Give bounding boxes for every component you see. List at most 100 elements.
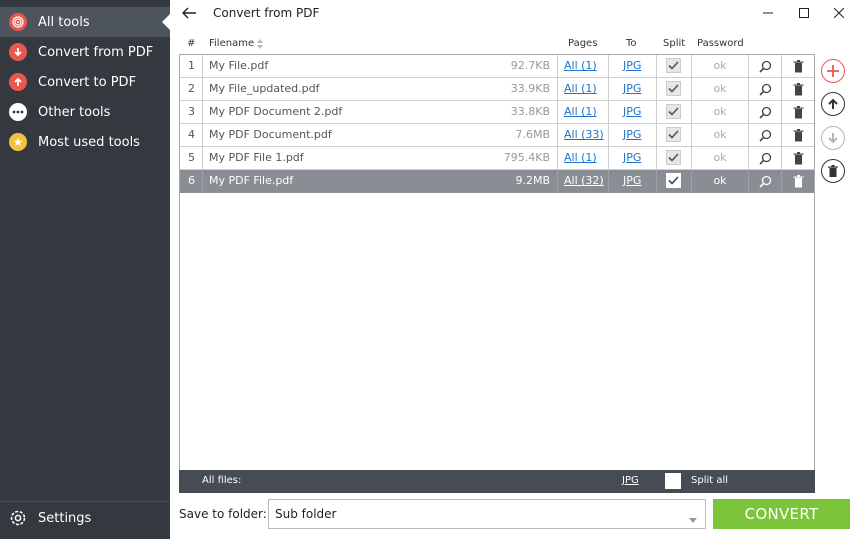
sidebar-item-label: All tools [38,14,90,30]
header-num: # [187,38,196,49]
trash-icon [793,128,803,141]
preview-button[interactable] [757,150,773,166]
sidebar-item-settings[interactable]: Settings [0,501,170,534]
maximize-button[interactable] [794,4,814,22]
table-row[interactable]: 5 My PDF File 1.pdf 795.4KB All (1) JPG ok [180,147,814,170]
move-up-button[interactable] [821,92,845,116]
row-pages-link[interactable]: All (1) [564,55,597,77]
convert-button[interactable]: CONVERT [713,499,850,529]
save-folder-select[interactable]: Sub folder [268,499,706,529]
remove-row-button[interactable] [790,58,806,74]
column-divider [656,147,657,169]
column-divider [691,124,692,146]
row-format-link[interactable]: JPG [623,124,641,146]
row-format-link[interactable]: JPG [623,101,641,123]
preview-button[interactable] [757,104,773,120]
row-pages-link[interactable]: All (1) [564,101,597,123]
add-file-button[interactable] [821,59,845,83]
chevron-down-icon[interactable] [689,512,697,526]
split-all-checkbox[interactable] [665,473,681,489]
split-all-label: Split all [691,475,729,486]
header-filename[interactable]: Filename [209,36,254,52]
move-down-button[interactable] [821,126,845,150]
row-password-status: ok [713,82,727,95]
plus-icon [827,65,839,77]
row-split-checkbox[interactable] [666,81,681,96]
row-split-checkbox[interactable] [666,150,681,165]
row-format-link[interactable]: JPG [623,147,641,169]
delete-all-button[interactable] [821,159,845,183]
trash-icon [793,82,803,95]
table-header: # Filename Pages To Split Password [179,36,815,54]
remove-row-button[interactable] [790,150,806,166]
back-button[interactable] [180,5,198,21]
column-divider [202,170,203,192]
close-button[interactable] [829,4,849,22]
table-row[interactable]: 1 My File.pdf 92.7KB All (1) JPG ok [180,55,814,78]
gear-icon [9,509,27,527]
table-row[interactable]: 2 My File_updated.pdf 33.9KB All (1) JPG ok [180,78,814,101]
row-pages-link[interactable]: All (32) [564,170,604,192]
arrow-down-icon [828,133,838,144]
sidebar-item-other-tools[interactable]: Other tools [0,97,170,127]
checkmark-icon [668,61,679,70]
row-number: 5 [188,151,195,164]
table-row[interactable]: 6 My PDF File.pdf 9.2MB All (32) JPG ok [180,170,814,193]
preview-button[interactable] [757,127,773,143]
all-files-to-link[interactable]: JPG [622,475,639,486]
row-number: 4 [188,128,195,141]
header-split: Split [663,38,686,49]
row-split-checkbox[interactable] [666,173,681,188]
row-file-size: 33.9KB [510,82,550,95]
remove-row-button[interactable] [790,81,806,97]
row-split-checkbox[interactable] [666,104,681,119]
row-pages-link[interactable]: All (1) [564,147,597,169]
preview-button[interactable] [757,58,773,74]
table-row[interactable]: 4 My PDF Document.pdf 7.6MB All (33) JPG ok [180,124,814,147]
column-divider [748,147,749,169]
search-icon [758,175,771,188]
row-password-status: ok [713,128,727,141]
column-divider [202,78,203,100]
sidebar-item-all-tools[interactable]: All tools [0,7,170,37]
remove-row-button[interactable] [790,173,806,189]
column-divider [656,78,657,100]
remove-row-button[interactable] [790,127,806,143]
row-format-link[interactable]: JPG [623,55,641,77]
sidebar-item-convert-from-pdf[interactable]: Convert from PDF [0,37,170,67]
minimize-button[interactable] [758,4,778,22]
dots-icon [9,103,27,121]
trash-icon [828,164,838,177]
checkmark-icon [668,84,679,93]
row-format-link[interactable]: JPG [623,78,641,100]
sidebar-item-label: Convert from PDF [38,44,154,60]
column-divider [202,55,203,77]
row-format-link[interactable]: JPG [623,170,641,192]
row-pages-link[interactable]: All (33) [564,124,604,146]
row-pages-link[interactable]: All (1) [564,78,597,100]
row-file-size: 92.7KB [510,59,550,72]
row-split-checkbox[interactable] [666,127,681,142]
sidebar-item-convert-to-pdf[interactable]: Convert to PDF [0,67,170,97]
row-number: 6 [188,174,195,187]
column-divider [691,55,692,77]
row-password-status: ok [713,105,727,118]
table-row[interactable]: 3 My PDF Document 2.pdf 33.8KB All (1) JPG ok [180,101,814,124]
column-divider [202,101,203,123]
row-split-checkbox[interactable] [666,58,681,73]
save-folder-value: Sub folder [275,507,337,521]
all-files-bar: All files: JPG Split all [179,470,815,493]
preview-button[interactable] [757,173,773,189]
sidebar: All tools Convert from PDF Convert to PD… [0,0,170,539]
row-password-status: ok [713,174,727,187]
column-divider [691,170,692,192]
sidebar-item-label: Most used tools [38,134,140,150]
row-number: 3 [188,105,195,118]
search-icon [758,129,771,142]
row-filename: My File.pdf [209,59,269,72]
remove-row-button[interactable] [790,104,806,120]
sidebar-item-most-used-tools[interactable]: Most used tools [0,127,170,157]
row-filename: My PDF File 1.pdf [209,151,304,164]
preview-button[interactable] [757,81,773,97]
active-indicator [162,14,170,30]
